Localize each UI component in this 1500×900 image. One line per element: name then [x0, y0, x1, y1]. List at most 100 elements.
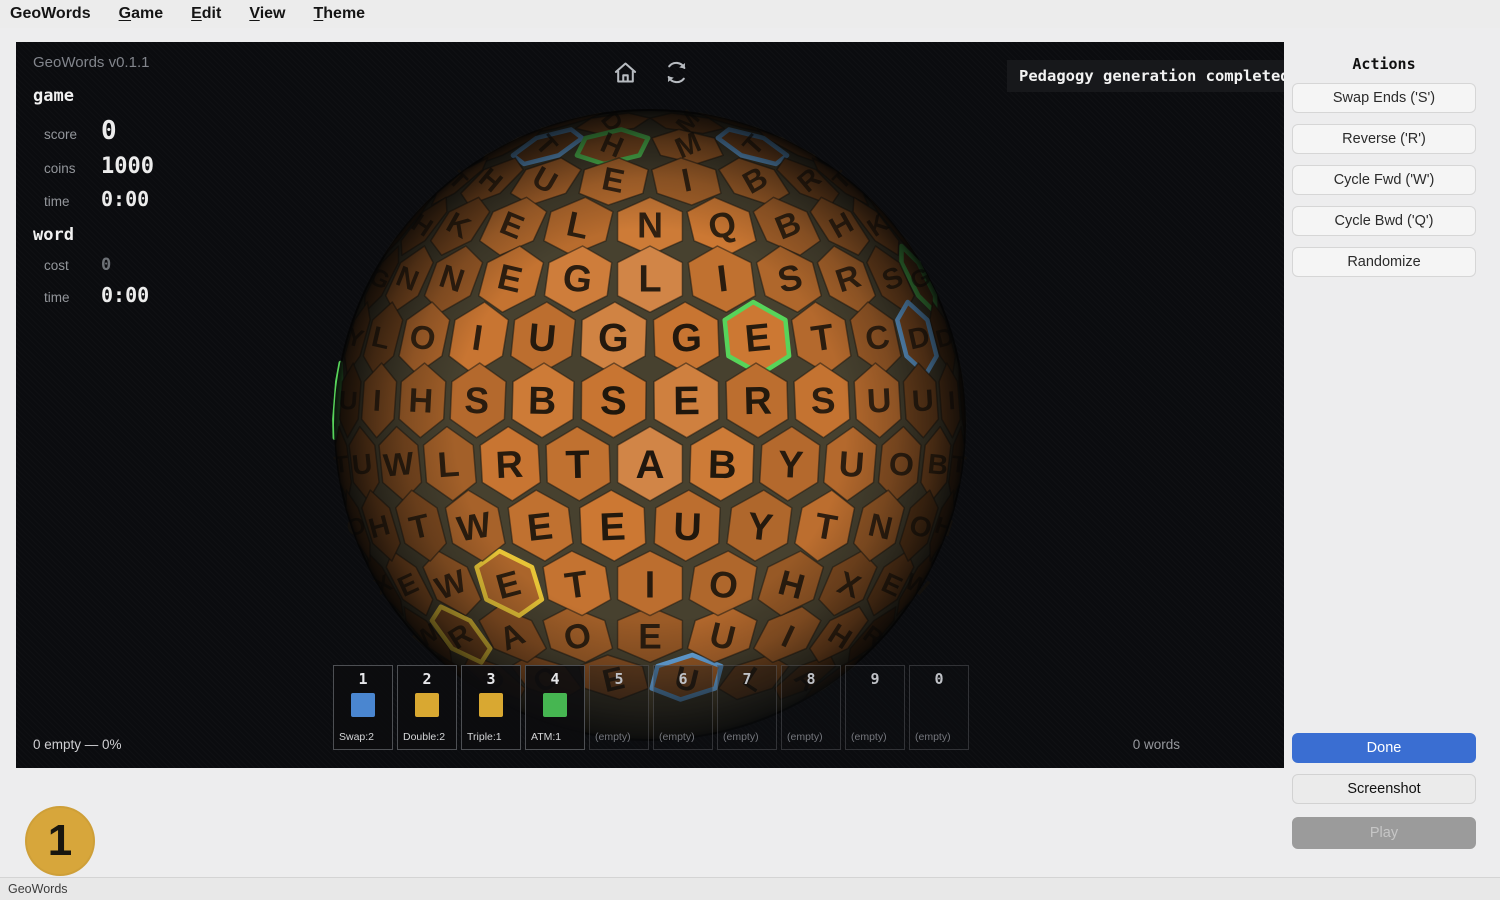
tile-letter: B	[707, 443, 737, 488]
tile-letter: H	[408, 382, 434, 421]
tile-letter: A	[635, 442, 664, 487]
game-time-row: time 0:00	[33, 187, 154, 211]
action-button-swap[interactable]: Swap Ends ('S')	[1292, 83, 1476, 113]
tile-letter: Y	[745, 505, 775, 550]
coins-value: 1000	[101, 154, 154, 179]
tile-letter: L	[436, 444, 461, 485]
slot-label: (empty)	[915, 731, 951, 743]
tile-letter: E	[525, 505, 555, 550]
action-button-cycle[interactable]: Cycle Fwd ('W')	[1292, 165, 1476, 195]
score-value: 0	[101, 116, 117, 146]
letter-sphere[interactable]: TTTTXWHOGGYDWRDMKHUITTUAHRUBEEOHRHNSHMLD…	[16, 42, 1284, 768]
slot-label: (empty)	[595, 731, 631, 743]
tile-letter: G	[597, 316, 629, 361]
inventory-slot-1[interactable]: 1 Swap:2	[333, 665, 393, 750]
tile-letter: U	[911, 384, 935, 418]
stats-panel: game score 0 coins 1000 time 0:00 word c…	[33, 86, 154, 315]
tile-letter: T	[950, 452, 968, 479]
app-version: GeoWords v0.1.1	[33, 54, 150, 71]
inventory-slot-3[interactable]: 3 Triple:1	[461, 665, 521, 750]
slot-label: (empty)	[851, 731, 887, 743]
tile-letter: O	[706, 563, 740, 608]
slot-label: Swap:2	[339, 731, 375, 743]
inventory-slot-9[interactable]: 9 (empty)	[845, 665, 905, 750]
action-button-reverse[interactable]: Reverse ('R')	[1292, 124, 1476, 154]
tile-letter: O	[887, 445, 915, 483]
slot-label: (empty)	[787, 731, 823, 743]
tile-letter: E	[673, 378, 700, 423]
action-button-cycle[interactable]: Cycle Bwd ('Q')	[1292, 206, 1476, 236]
slot-key: 6	[678, 670, 688, 688]
word-cost-label: cost	[44, 258, 69, 273]
menu-item-theme[interactable]: Theme	[314, 5, 366, 23]
play-button[interactable]: Play	[1292, 817, 1476, 849]
tile-letter: T	[565, 443, 590, 488]
empty-tiles-status: 0 empty — 0%	[33, 737, 122, 752]
slot-label: Double:2	[403, 731, 446, 743]
tile-letter: Y	[777, 444, 804, 487]
inventory-slot-7[interactable]: 7 (empty)	[717, 665, 777, 750]
home-icon[interactable]	[612, 59, 639, 86]
tile-letter: E	[638, 617, 661, 656]
word-time-row: time 0:00	[33, 283, 154, 307]
slot-label: (empty)	[659, 731, 695, 743]
slot-key: 4	[550, 670, 560, 688]
tile-letter: U	[350, 448, 373, 481]
inventory-slot-6[interactable]: 6 (empty)	[653, 665, 713, 750]
menu-item-view[interactable]: View	[249, 5, 285, 23]
slot-key: 9	[870, 670, 880, 688]
coins-label: coins	[44, 161, 76, 176]
tile-letter: R	[495, 444, 525, 487]
tile-letter: W	[382, 445, 416, 484]
tile-letter: S	[600, 378, 627, 423]
tile-letter: N	[637, 205, 663, 245]
tile-letter: U	[866, 382, 892, 421]
slot-label: Triple:1	[467, 731, 502, 743]
status-bar: GeoWords	[0, 877, 1500, 900]
tile-letter: E	[743, 316, 772, 361]
slot-key: 2	[422, 670, 432, 688]
done-button[interactable]: Done	[1292, 733, 1476, 763]
refresh-icon[interactable]	[663, 59, 690, 86]
slot-label: ATM:1	[531, 731, 562, 743]
actions-heading: Actions	[1352, 55, 1416, 73]
tile-letter: R	[743, 380, 772, 424]
menu-item-game[interactable]: Game	[119, 5, 163, 23]
tile-letter: L	[638, 258, 661, 300]
word-stats-heading: word	[33, 225, 74, 245]
inventory-slot-4[interactable]: 4 ATM:1	[525, 665, 585, 750]
menu-item-edit[interactable]: Edit	[191, 5, 221, 23]
word-count-status: 0 words	[1132, 737, 1180, 752]
item-icon	[351, 693, 375, 717]
tile-letter: S	[464, 380, 490, 422]
slot-key: 5	[614, 670, 624, 688]
word-time-value: 0:00	[101, 283, 150, 307]
screenshot-button[interactable]: Screenshot	[1292, 774, 1476, 804]
inventory-slot-0[interactable]: 0 (empty)	[909, 665, 969, 750]
tile-letter: B	[926, 448, 949, 481]
score-label: score	[44, 127, 78, 142]
tile-letter: I	[645, 564, 655, 606]
coin-badge: 1	[25, 806, 95, 876]
slot-label: (empty)	[723, 731, 759, 743]
item-icon	[415, 693, 439, 717]
game-stats-heading: game	[33, 86, 74, 106]
inventory-slot-5[interactable]: 5 (empty)	[589, 665, 649, 750]
tile-letter: U	[837, 444, 865, 486]
menu-item-app[interactable]: GeoWords	[10, 5, 91, 23]
game-canvas: TTTTXWHOGGYDWRDMKHUITTUAHRUBEEOHRHNSHMLD…	[16, 42, 1284, 768]
word-cost-row: cost 0	[33, 255, 154, 275]
slot-key: 1	[358, 670, 368, 688]
word-cost-value: 0	[101, 255, 112, 275]
score-row: score 0	[33, 116, 154, 146]
slot-key: 7	[742, 670, 752, 688]
tile-letter: U	[338, 385, 359, 416]
slot-key: 0	[934, 670, 944, 688]
item-icon	[543, 693, 567, 717]
inventory-slot-2[interactable]: 2 Double:2	[397, 665, 457, 750]
action-button-randomize[interactable]: Randomize	[1292, 247, 1476, 277]
tile-letter: U	[672, 506, 702, 550]
tile-letter: U	[526, 316, 558, 361]
tile-letter: G	[671, 316, 703, 361]
inventory-slot-8[interactable]: 8 (empty)	[781, 665, 841, 750]
